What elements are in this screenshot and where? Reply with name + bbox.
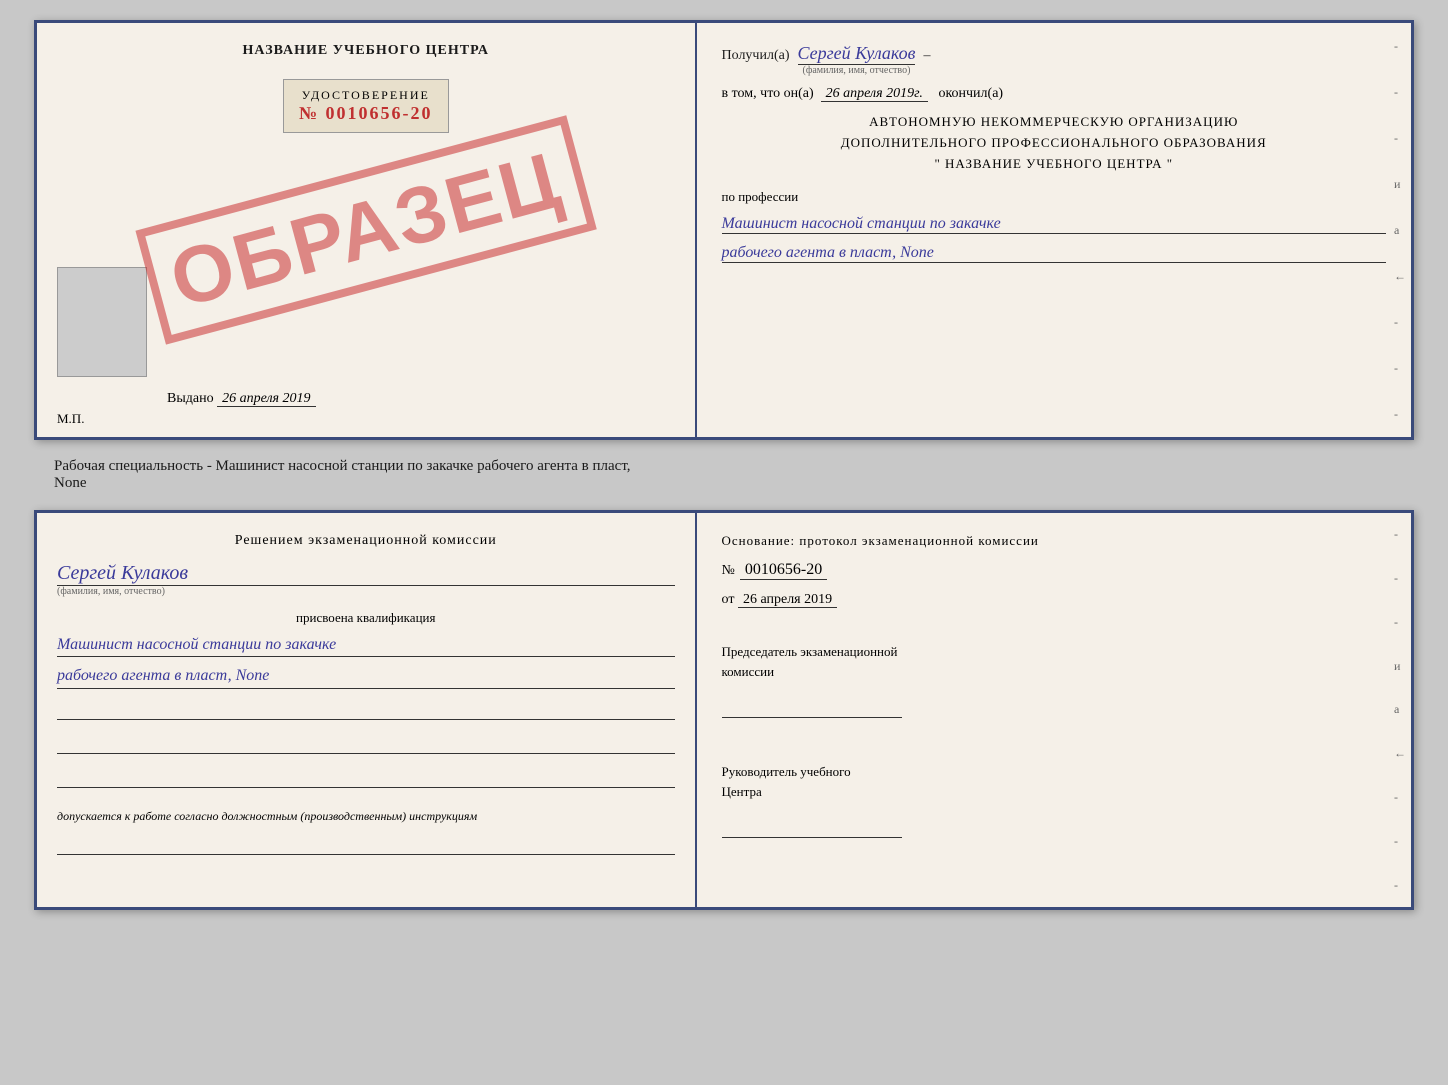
udost-number: № 0010656-20 (299, 103, 433, 124)
profession-label: по профессии (722, 189, 1386, 205)
fio-label-top: (фамилия, имя, отчество) (803, 65, 911, 76)
fio-label-bottom: (фамилия, имя, отчество) (57, 586, 675, 597)
qual-line1: Машинист насосной станции по закачке (57, 634, 675, 657)
top-document: НАЗВАНИЕ УЧЕБНОГО ЦЕНТРА ОБРАЗЕЦ УДОСТОВ… (34, 20, 1414, 440)
bottom-doc-right: Основание: протокол экзаменационной коми… (697, 513, 1411, 907)
dopuskaetsya-text: допускается к работе согласно должностны… (57, 809, 675, 824)
top-left-title: НАЗВАНИЕ УЧЕБНОГО ЦЕНТРА (243, 43, 489, 59)
person-name-bottom: Сергей Кулаков (57, 562, 675, 586)
blank-line-2 (57, 734, 675, 754)
poluchil-label: Получил(а) (722, 48, 790, 64)
photo-placeholder (57, 267, 147, 377)
bottom-document: Решением экзаменационной комиссии Сергей… (34, 510, 1414, 910)
udost-label: УДОСТОВЕРЕНИЕ (299, 88, 433, 103)
stamp-overlay: ОБРАЗЕЦ (135, 115, 596, 344)
blank-line-1 (57, 700, 675, 720)
assigned-label: присвоена квалификация (57, 610, 675, 626)
right-dashes-bottom: ---иа←--- (1394, 513, 1406, 907)
udostoverenie-box: УДОСТОВЕРЕНИЕ № 0010656-20 (283, 79, 449, 133)
top-doc-right: Получил(а) Сергей Кулаков (фамилия, имя,… (697, 23, 1411, 437)
blank-line-3 (57, 768, 675, 788)
osnov-title: Основание: протокол экзаменационной коми… (722, 533, 1386, 549)
middle-line2: None (54, 475, 1394, 492)
protocol-no-line: № 0010656-20 (722, 561, 1386, 580)
bottom-doc-left: Решением экзаменационной комиссии Сергей… (37, 513, 697, 907)
mp-label: М.П. (57, 411, 84, 427)
chairman-label: Председатель экзаменационной комиссии (722, 642, 1386, 681)
profession-line1: Машинист насосной станции по закачке (722, 215, 1386, 234)
head-sign-line (722, 818, 902, 838)
vydano-line: Выдано 26 апреля 2019 (167, 391, 316, 407)
right-dashes-top: ---иа←--- (1394, 23, 1406, 437)
qual-line2: рабочего агента в пласт, None (57, 665, 675, 688)
middle-line1: Рабочая специальность - Машинист насосно… (54, 458, 1394, 475)
date-value: 26 апреля 2019г. (821, 86, 928, 102)
head-label: Руководитель учебного Центра (722, 762, 1386, 801)
blank-line-4 (57, 835, 675, 855)
vtom-line: в том, что он(а) 26 апреля 2019г. окончи… (722, 86, 1386, 102)
middle-text-block: Рабочая специальность - Машинист насосно… (34, 450, 1414, 500)
profession-line2: рабочего агента в пласт, None (722, 244, 1386, 263)
commission-title: Решением экзаменационной комиссии (57, 533, 675, 549)
recipient-name: Сергей Кулаков (798, 43, 916, 65)
protocol-date-line: от 26 апреля 2019 (722, 592, 1386, 608)
dash-top: – (923, 48, 930, 64)
protocol-number: 0010656-20 (740, 561, 827, 580)
top-doc-left: НАЗВАНИЕ УЧЕБНОГО ЦЕНТРА ОБРАЗЕЦ УДОСТОВ… (37, 23, 697, 437)
chairman-sign-line (722, 698, 902, 718)
org-block: АВТОНОМНУЮ НЕКОММЕРЧЕСКУЮ ОРГАНИЗАЦИЮ ДО… (722, 112, 1386, 174)
